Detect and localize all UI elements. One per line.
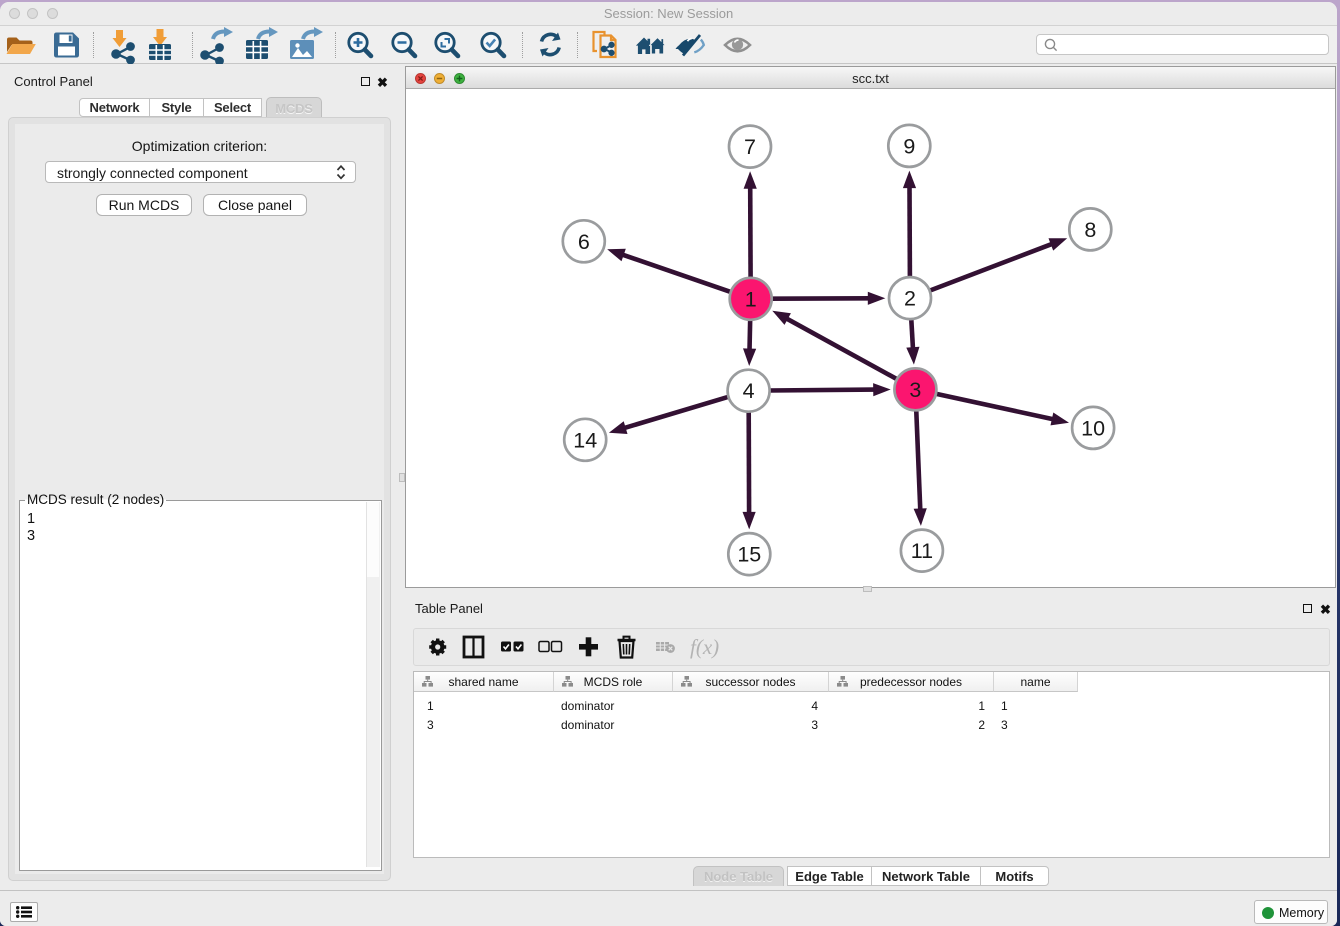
- svg-text:7: 7: [744, 135, 756, 159]
- svg-text:2: 2: [904, 287, 916, 311]
- svg-text:1: 1: [745, 287, 757, 311]
- svg-text:9: 9: [903, 134, 915, 158]
- svg-text:11: 11: [911, 539, 933, 563]
- svg-text:3: 3: [909, 378, 921, 402]
- svg-text:15: 15: [737, 543, 761, 567]
- svg-text:f(x): f(x): [690, 635, 719, 659]
- svg-text:14: 14: [573, 428, 597, 452]
- svg-text:10: 10: [1081, 416, 1105, 440]
- svg-text:8: 8: [1084, 218, 1096, 242]
- svg-text:6: 6: [578, 230, 590, 254]
- svg-text:4: 4: [743, 379, 755, 403]
